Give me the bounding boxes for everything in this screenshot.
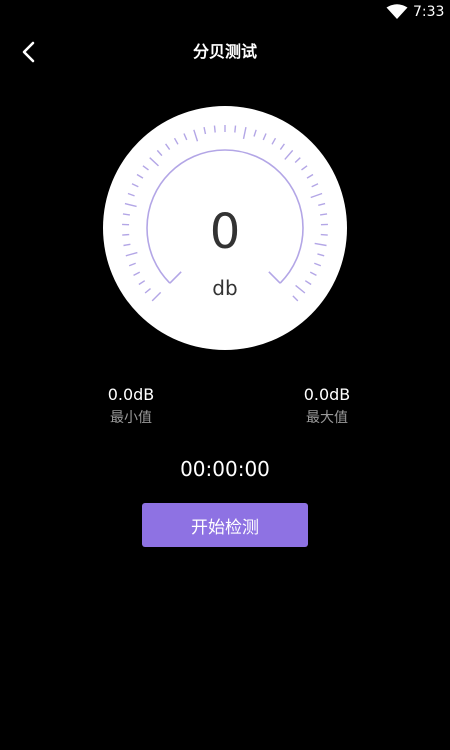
gauge-tick <box>156 149 163 157</box>
wifi-icon <box>386 4 408 20</box>
gauge-tick <box>173 137 179 145</box>
start-detection-button[interactable]: 开始检测 <box>142 503 308 547</box>
gauge-tick <box>294 157 301 163</box>
gauge-tick <box>271 137 277 145</box>
gauge-tick <box>311 183 319 188</box>
gauge-tick <box>213 125 216 133</box>
gauge-tick <box>203 127 207 135</box>
min-value: 0.0dB <box>107 385 155 404</box>
gauge-tick <box>234 125 237 133</box>
min-stat: 0.0dB 最小值 <box>81 385 181 427</box>
page-title: 分贝测试 <box>192 42 257 61</box>
min-label: 最小值 <box>110 410 152 426</box>
max-stat: 0.0dB 最大值 <box>277 385 377 427</box>
gauge-value: 0 <box>209 204 241 260</box>
elapsed-timer: 00:00:00 <box>180 457 270 481</box>
gauge-tick <box>242 127 247 140</box>
decibel-test-screen: 7:33 分贝测试 0 db 0.0dB 最小值 0.0dB 最大值 00:00… <box>0 0 450 750</box>
gauge-tick <box>142 165 149 171</box>
max-label: 最大值 <box>306 410 348 426</box>
gauge-unit: db <box>212 276 238 300</box>
gauge-tick <box>310 192 323 199</box>
gauge-tick <box>133 271 141 277</box>
gauge-tick <box>136 173 144 179</box>
gauge-tick <box>284 149 294 160</box>
gauge-tick <box>262 133 267 141</box>
gauge-tick <box>309 271 317 277</box>
gauge-tick <box>131 183 139 188</box>
gauge-tick <box>193 129 199 142</box>
gauge-tick <box>314 262 322 267</box>
gauge-tick <box>128 262 136 267</box>
gauge-tick <box>183 133 188 141</box>
status-time: 7:33 <box>413 4 445 20</box>
gauge-tick <box>301 165 308 171</box>
gauge-tick <box>165 143 171 150</box>
decibel-gauge: 0 db <box>103 106 347 350</box>
status-bar: 7:33 <box>0 0 450 24</box>
max-value: 0.0dB <box>303 385 351 404</box>
gauge-tick <box>253 129 257 137</box>
gauge-tick <box>149 157 159 167</box>
gauge-tick <box>306 173 314 179</box>
gauge-tick <box>279 143 285 150</box>
gauge-tick <box>127 192 135 197</box>
